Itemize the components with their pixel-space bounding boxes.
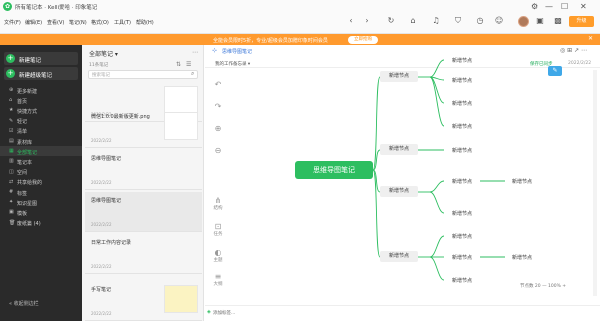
mindmap-leaf[interactable]: 新增节点 (512, 178, 532, 185)
mindmap-leaf[interactable]: 新增节点 (452, 178, 472, 185)
mindmap-node[interactable]: 新增节点 (380, 144, 418, 155)
add-tag-input[interactable]: 添加标签... (213, 310, 235, 316)
mindmap-leaf[interactable]: 新增节点 (452, 277, 472, 284)
mindmap-leaf[interactable]: 新增节点 (452, 233, 472, 240)
mindmap-node[interactable]: 新增节点 (380, 186, 418, 197)
tag-bar (205, 305, 600, 321)
mindmap-node[interactable]: 新增节点 (380, 71, 418, 82)
mindmap-leaf[interactable]: 新增节点 (452, 210, 472, 217)
mindmap-root-node[interactable]: 思维导图笔记 (295, 161, 373, 179)
mindmap-leaf[interactable]: 新增节点 (512, 254, 532, 261)
mindmap-leaf[interactable]: 新增节点 (452, 123, 472, 130)
pen-icon[interactable]: ✎ (548, 66, 562, 76)
mindmap-leaf[interactable]: 新增节点 (452, 77, 472, 84)
mindmap-leaf[interactable]: 新增节点 (452, 100, 472, 107)
zoom-controls[interactable]: 节点数 20 — 100% + (520, 283, 566, 289)
mindmap-node[interactable]: 新增节点 (380, 251, 418, 262)
mindmap-leaf[interactable]: 新增节点 (452, 254, 472, 261)
scrollbar[interactable] (593, 70, 597, 296)
tag-icon: ◈ (207, 309, 211, 315)
mindmap-leaf[interactable]: 新增节点 (452, 147, 472, 154)
mindmap-leaf[interactable]: 新增节点 (452, 57, 472, 64)
